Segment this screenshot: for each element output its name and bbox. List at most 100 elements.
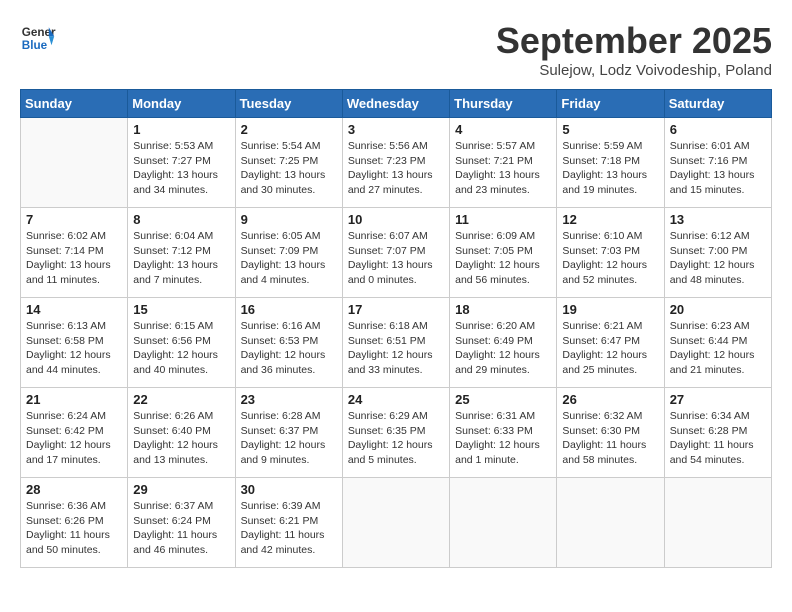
- calendar-cell: 12Sunrise: 6:10 AMSunset: 7:03 PMDayligh…: [557, 208, 664, 298]
- day-info: Sunrise: 6:04 AMSunset: 7:12 PMDaylight:…: [133, 229, 229, 288]
- calendar-cell: 5 Sunrise: 5:59 AMSunset: 7:18 PMDaylight…: [557, 118, 664, 208]
- day-info: Sunrise: 6:21 AMSunset: 6:47 PMDaylight:…: [562, 319, 658, 378]
- calendar-cell: 30 Sunrise: 6:39 AMSunset: 6:21 PMDayligh…: [235, 478, 342, 568]
- calendar-cell: 14 Sunrise: 6:13 AMSunset: 6:58 PMDayligh…: [21, 298, 128, 388]
- day-number: 29: [133, 482, 229, 497]
- day-info: Sunrise: 6:20 AMSunset: 6:49 PMDaylight:…: [455, 319, 551, 378]
- calendar-cell: 24 Sunrise: 6:29 AMSunset: 6:35 PMDayligh…: [342, 388, 449, 478]
- calendar-cell: 18 Sunrise: 6:20 AMSunset: 6:49 PMDayligh…: [450, 298, 557, 388]
- day-info: Sunrise: 6:07 AMSunset: 7:07 PMDaylight:…: [348, 229, 444, 288]
- svg-text:Blue: Blue: [22, 39, 48, 52]
- day-number: 11: [455, 212, 551, 227]
- day-info: Sunrise: 6:28 AMSunset: 6:37 PMDaylight:…: [241, 409, 337, 468]
- day-info: Sunrise: 5:54 AMSunset: 7:25 PMDaylight:…: [241, 139, 337, 198]
- calendar-cell: 28 Sunrise: 6:36 AMSunset: 6:26 PMDayligh…: [21, 478, 128, 568]
- day-info: Sunrise: 6:01 AMSunset: 7:16 PMDaylight:…: [670, 139, 766, 198]
- calendar-table: SundayMondayTuesdayWednesdayThursdayFrid…: [20, 89, 772, 568]
- week-row-1: 1 Sunrise: 5:53 AMSunset: 7:27 PMDaylight…: [21, 118, 772, 208]
- day-info: Sunrise: 6:32 AMSunset: 6:30 PMDaylight:…: [562, 409, 658, 468]
- week-row-4: 21 Sunrise: 6:24 AMSunset: 6:42 PMDayligh…: [21, 388, 772, 478]
- weekday-header-tuesday: Tuesday: [235, 90, 342, 118]
- day-info: Sunrise: 6:12 AMSunset: 7:00 PMDaylight:…: [670, 229, 766, 288]
- day-number: 13: [670, 212, 766, 227]
- day-info: Sunrise: 5:53 AMSunset: 7:27 PMDaylight:…: [133, 139, 229, 198]
- page-header: General Blue September 2025 Sulejow, Lod…: [20, 20, 772, 79]
- day-number: 26: [562, 392, 658, 407]
- day-info: Sunrise: 6:39 AMSunset: 6:21 PMDaylight:…: [241, 499, 337, 558]
- day-number: 4: [455, 122, 551, 137]
- day-number: 12: [562, 212, 658, 227]
- calendar-cell: 22Sunrise: 6:26 AMSunset: 6:40 PMDayligh…: [128, 388, 235, 478]
- day-info: Sunrise: 5:57 AMSunset: 7:21 PMDaylight:…: [455, 139, 551, 198]
- calendar-cell: 20 Sunrise: 6:23 AMSunset: 6:44 PMDayligh…: [664, 298, 771, 388]
- weekday-header-thursday: Thursday: [450, 90, 557, 118]
- day-info: Sunrise: 6:16 AMSunset: 6:53 PMDaylight:…: [241, 319, 337, 378]
- calendar-cell: 25Sunrise: 6:31 AMSunset: 6:33 PMDayligh…: [450, 388, 557, 478]
- calendar-cell: 1 Sunrise: 5:53 AMSunset: 7:27 PMDaylight…: [128, 118, 235, 208]
- calendar-cell: 21 Sunrise: 6:24 AMSunset: 6:42 PMDayligh…: [21, 388, 128, 478]
- week-row-5: 28 Sunrise: 6:36 AMSunset: 6:26 PMDayligh…: [21, 478, 772, 568]
- calendar-cell: 2 Sunrise: 5:54 AMSunset: 7:25 PMDaylight…: [235, 118, 342, 208]
- day-number: 18: [455, 302, 551, 317]
- day-number: 20: [670, 302, 766, 317]
- week-row-3: 14 Sunrise: 6:13 AMSunset: 6:58 PMDayligh…: [21, 298, 772, 388]
- calendar-cell: 27Sunrise: 6:34 AMSunset: 6:28 PMDayligh…: [664, 388, 771, 478]
- day-number: 3: [348, 122, 444, 137]
- day-info: Sunrise: 6:15 AMSunset: 6:56 PMDaylight:…: [133, 319, 229, 378]
- day-info: Sunrise: 5:59 AMSunset: 7:18 PMDaylight:…: [562, 139, 658, 198]
- day-number: 19: [562, 302, 658, 317]
- title-block: September 2025 Sulejow, Lodz Voivodeship…: [496, 20, 772, 79]
- day-number: 10: [348, 212, 444, 227]
- day-number: 30: [241, 482, 337, 497]
- weekday-header-friday: Friday: [557, 90, 664, 118]
- calendar-cell: 8Sunrise: 6:04 AMSunset: 7:12 PMDaylight…: [128, 208, 235, 298]
- calendar-cell: 3Sunrise: 5:56 AMSunset: 7:23 PMDaylight…: [342, 118, 449, 208]
- calendar-cell: [450, 478, 557, 568]
- weekday-header-row: SundayMondayTuesdayWednesdayThursdayFrid…: [21, 90, 772, 118]
- day-number: 25: [455, 392, 551, 407]
- month-title: September 2025: [496, 20, 772, 62]
- day-number: 28: [26, 482, 122, 497]
- calendar-cell: 15 Sunrise: 6:15 AMSunset: 6:56 PMDayligh…: [128, 298, 235, 388]
- weekday-header-saturday: Saturday: [664, 90, 771, 118]
- day-info: Sunrise: 6:29 AMSunset: 6:35 PMDaylight:…: [348, 409, 444, 468]
- day-number: 21: [26, 392, 122, 407]
- day-info: Sunrise: 6:13 AMSunset: 6:58 PMDaylight:…: [26, 319, 122, 378]
- weekday-header-sunday: Sunday: [21, 90, 128, 118]
- day-info: Sunrise: 6:24 AMSunset: 6:42 PMDaylight:…: [26, 409, 122, 468]
- calendar-cell: 4 Sunrise: 5:57 AMSunset: 7:21 PMDaylight…: [450, 118, 557, 208]
- day-number: 1: [133, 122, 229, 137]
- logo: General Blue: [20, 20, 56, 56]
- day-number: 15: [133, 302, 229, 317]
- calendar-cell: 26 Sunrise: 6:32 AMSunset: 6:30 PMDayligh…: [557, 388, 664, 478]
- day-info: Sunrise: 6:05 AMSunset: 7:09 PMDaylight:…: [241, 229, 337, 288]
- day-number: 16: [241, 302, 337, 317]
- day-number: 24: [348, 392, 444, 407]
- day-number: 7: [26, 212, 122, 227]
- week-row-2: 7 Sunrise: 6:02 AMSunset: 7:14 PMDaylight…: [21, 208, 772, 298]
- calendar-cell: 23Sunrise: 6:28 AMSunset: 6:37 PMDayligh…: [235, 388, 342, 478]
- day-number: 2: [241, 122, 337, 137]
- calendar-cell: 17 Sunrise: 6:18 AMSunset: 6:51 PMDayligh…: [342, 298, 449, 388]
- day-info: Sunrise: 6:09 AMSunset: 7:05 PMDaylight:…: [455, 229, 551, 288]
- calendar-cell: [557, 478, 664, 568]
- day-number: 14: [26, 302, 122, 317]
- day-info: Sunrise: 6:34 AMSunset: 6:28 PMDaylight:…: [670, 409, 766, 468]
- day-number: 5: [562, 122, 658, 137]
- calendar-cell: [21, 118, 128, 208]
- day-info: Sunrise: 6:02 AMSunset: 7:14 PMDaylight:…: [26, 229, 122, 288]
- day-info: Sunrise: 6:18 AMSunset: 6:51 PMDaylight:…: [348, 319, 444, 378]
- calendar-cell: 19 Sunrise: 6:21 AMSunset: 6:47 PMDayligh…: [557, 298, 664, 388]
- calendar-cell: 13 Sunrise: 6:12 AMSunset: 7:00 PMDayligh…: [664, 208, 771, 298]
- calendar-cell: 10 Sunrise: 6:07 AMSunset: 7:07 PMDayligh…: [342, 208, 449, 298]
- weekday-header-monday: Monday: [128, 90, 235, 118]
- calendar-cell: 9Sunrise: 6:05 AMSunset: 7:09 PMDaylight…: [235, 208, 342, 298]
- day-info: Sunrise: 6:23 AMSunset: 6:44 PMDaylight:…: [670, 319, 766, 378]
- calendar-cell: 16 Sunrise: 6:16 AMSunset: 6:53 PMDayligh…: [235, 298, 342, 388]
- day-number: 17: [348, 302, 444, 317]
- location-subtitle: Sulejow, Lodz Voivodeship, Poland: [496, 62, 772, 79]
- calendar-cell: 11 Sunrise: 6:09 AMSunset: 7:05 PMDayligh…: [450, 208, 557, 298]
- day-info: Sunrise: 6:36 AMSunset: 6:26 PMDaylight:…: [26, 499, 122, 558]
- calendar-cell: [342, 478, 449, 568]
- logo-icon: General Blue: [20, 20, 56, 56]
